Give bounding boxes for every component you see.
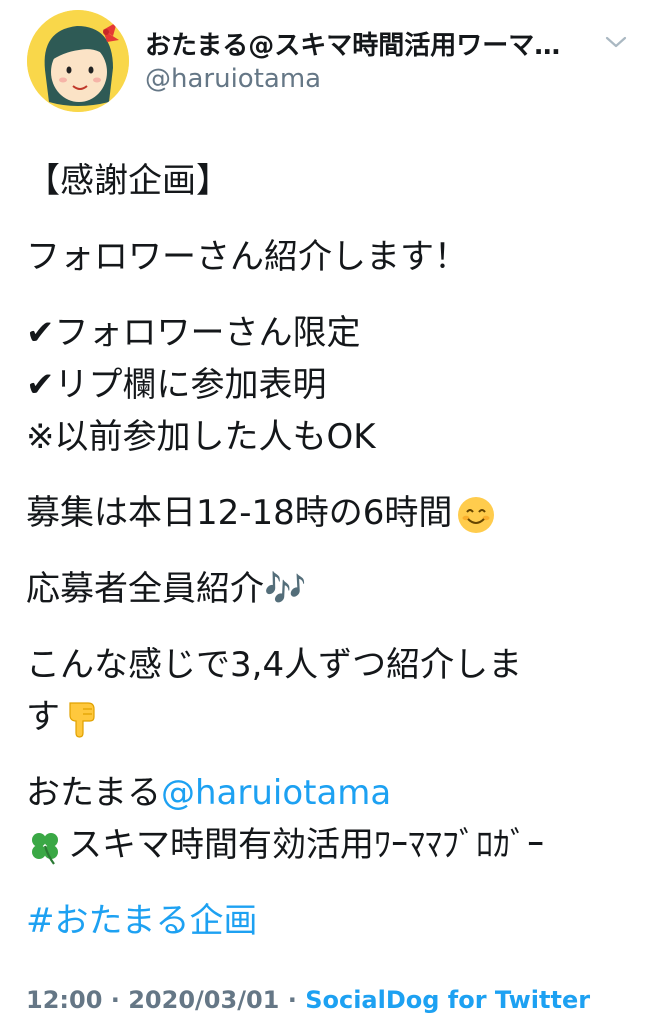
tweet-line-text: フォロワーさん限定	[54, 313, 361, 353]
tweet-line-text: す	[26, 697, 60, 737]
check-mark-icon: ✔	[26, 313, 55, 353]
tweet-line: 応募者全員紹介🎶	[26, 563, 636, 615]
four-leaf-clover-icon	[32, 832, 58, 865]
tweet-line-text: 募集は本日12-18時の6時間	[26, 493, 453, 533]
smiling-face-emoji	[458, 496, 495, 533]
separator: ·	[279, 986, 306, 1014]
tweet-line: ✔リプ欄に参加表明	[26, 359, 636, 411]
tweet-line: ※以前参加した人もOK	[26, 417, 376, 457]
separator: ·	[102, 986, 129, 1014]
avatar-illustration	[27, 10, 129, 112]
tweet-line-text: おたまる	[26, 773, 161, 813]
pointing-down-emoji	[69, 701, 95, 738]
tweet-line: おたまる@haruiotama	[26, 767, 636, 819]
source-link[interactable]: SocialDog for Twitter	[305, 986, 590, 1014]
tweet-line: ✔フォロワーさん限定	[26, 307, 636, 359]
tweet-line: 募集は本日12-18時の6時間	[26, 487, 636, 539]
tweet-line: 【感謝企画】	[26, 161, 230, 201]
musical-notes-emoji: 🎶	[264, 569, 307, 609]
tweet-line-text: 応募者全員紹介	[26, 569, 264, 609]
tweet-line: スキマ時間有効活用ﾜｰﾏﾏﾌﾞﾛｶﾞｰ	[26, 819, 636, 871]
tweet-line: こんな感じで3,4人ずつ紹介しま	[26, 645, 523, 685]
tweet-body: 【感謝企画】 フォロワーさん紹介します！ ✔フォロワーさん限定 ✔リプ欄に参加表…	[26, 155, 636, 947]
tweet-line: す	[26, 691, 636, 743]
display-name[interactable]: おたまる@スキマ時間活用ワーマ…	[145, 25, 595, 62]
check-mark-icon: ✔	[26, 365, 55, 405]
tweet-header: おたまる@スキマ時間活用ワーマ… @haruiotama	[0, 0, 653, 120]
tweet-line-text: リプ欄に参加表明	[54, 365, 327, 405]
tweet-line-text: スキマ時間有効活用ﾜｰﾏﾏﾌﾞﾛｶﾞｰ	[68, 825, 544, 865]
tweet-line: フォロワーさん紹介します！	[26, 237, 468, 277]
user-handle[interactable]: @haruiotama	[145, 64, 321, 94]
tweet-date: 2020/03/01	[128, 986, 280, 1014]
tweet-footer: 12:00 · 2020/03/01 · SocialDog for Twitt…	[26, 986, 590, 1014]
hashtag-link[interactable]: #おたまる企画	[26, 895, 636, 947]
avatar[interactable]	[27, 10, 129, 112]
chevron-down-icon[interactable]	[604, 34, 628, 50]
tweet-time: 12:00	[26, 986, 103, 1014]
mention-link[interactable]: @haruiotama	[161, 773, 391, 813]
